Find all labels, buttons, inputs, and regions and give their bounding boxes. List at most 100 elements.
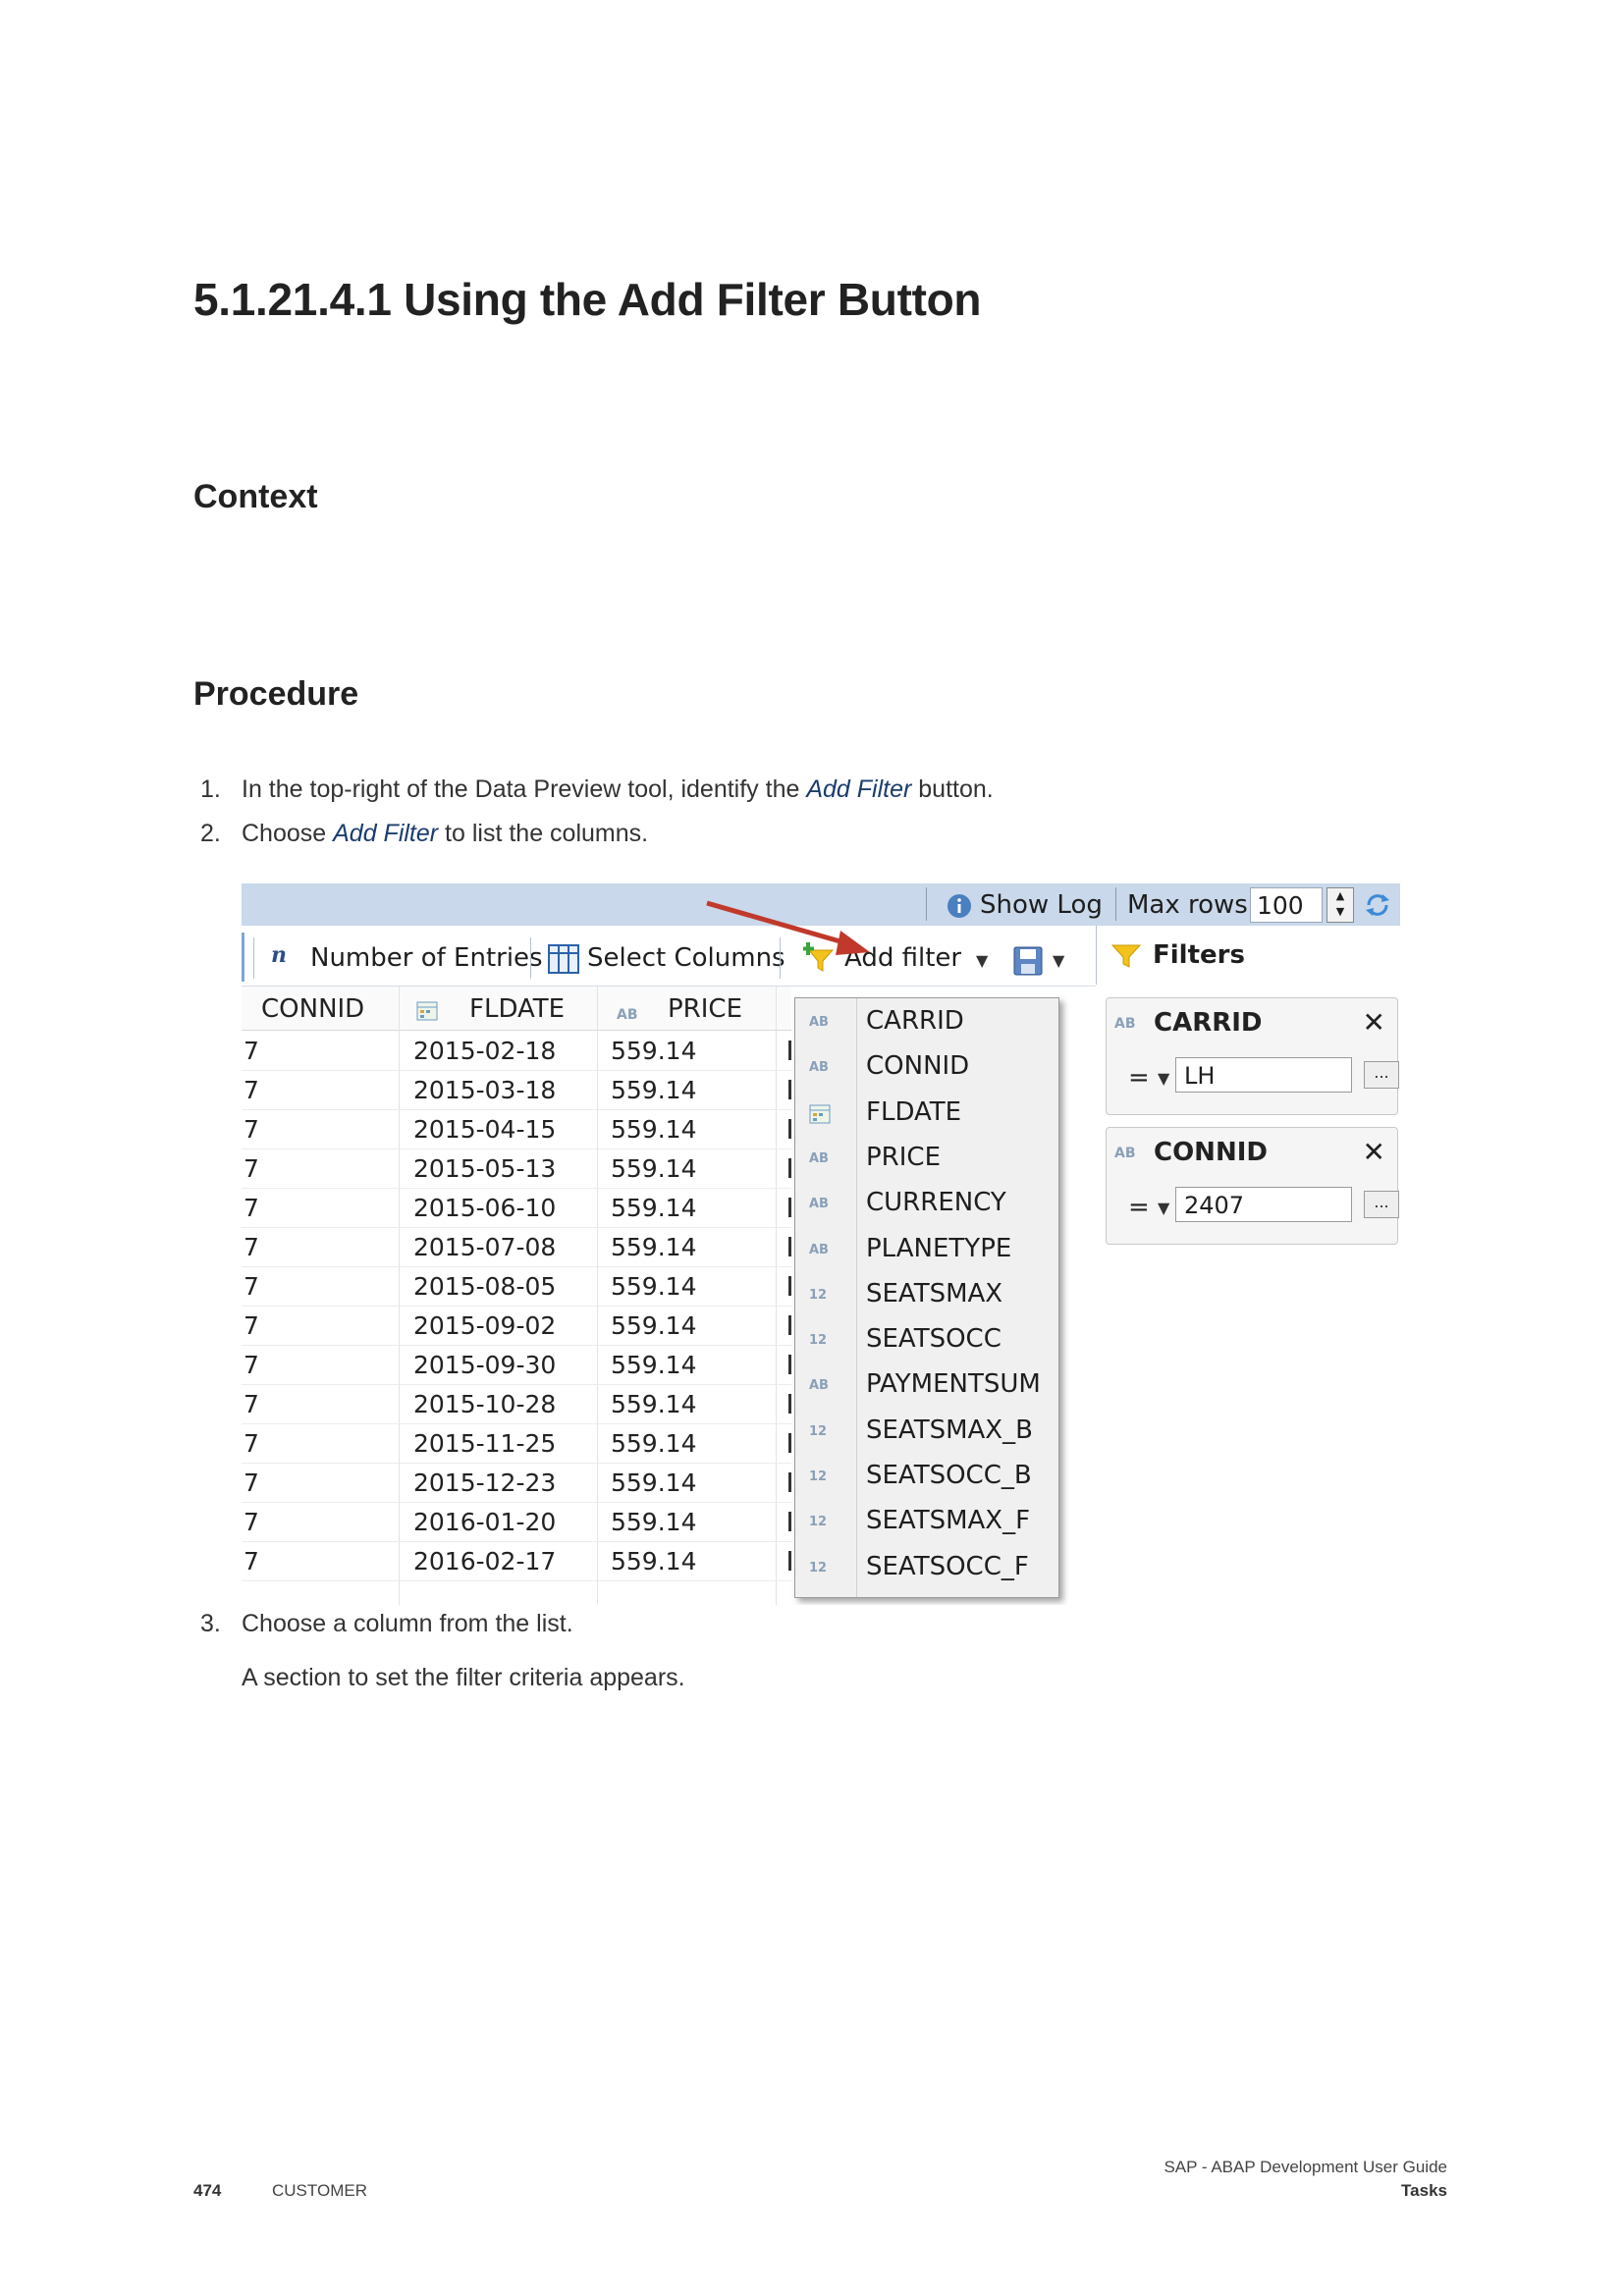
table-row[interactable]: 7 2015-12-23 559.14 [242,1463,791,1503]
table-row[interactable]: 7 2015-11-25 559.14 [242,1423,791,1464]
filter-card-carrid: AB CARRID ✕ = ▼ LH... [1106,997,1399,1115]
numeric-type-icon: 12 [809,1423,828,1439]
string-type-icon: AB [1114,1146,1136,1161]
table-row[interactable]: 7 2015-08-05 559.14 [242,1266,791,1307]
column-option-label: PAYMENTSUM [866,1369,1041,1400]
column-option-planetype[interactable]: AB PLANETYPE [795,1228,1058,1273]
filter-value-input[interactable]: LH [1175,1057,1352,1093]
column-option-seatsmax-b[interactable]: 12 SEATSMAX_B [795,1410,1058,1455]
table-cell: 559.14 [611,1468,697,1497]
value-help-button[interactable]: ... [1364,1191,1399,1218]
filter-operator[interactable]: = [1128,1193,1150,1222]
column-option-label: SEATSMAX_B [866,1415,1033,1445]
column-option-label: SEATSOCC_B [866,1461,1032,1490]
show-log-button[interactable]: Show Log [980,890,1103,920]
numeric-type-icon: 12 [809,1515,828,1530]
step-text: In the top-right of the Data Preview too… [242,775,807,803]
truncated-cell-edge [788,1315,791,1335]
filter-icon [1111,944,1141,968]
divider [253,937,254,979]
string-type-icon: AB [809,1197,829,1212]
table-cell: 2015-11-25 [413,1429,557,1458]
number-of-entries-button[interactable]: Number of Entries [310,943,543,973]
filter-value-input[interactable]: 2407 [1175,1187,1352,1222]
page-title: 5.1.21.4.1 Using the Add Filter Button [193,274,982,325]
table-row[interactable]: 7 2015-07-08 559.14 [242,1227,791,1267]
table-cell: 2015-02-18 [413,1037,557,1065]
table-cell: 2015-06-10 [413,1194,557,1222]
filter-operator[interactable]: = [1128,1063,1150,1093]
truncated-cell-edge [788,1276,791,1296]
table-cell: 7 [244,1115,259,1144]
table-cell: 559.14 [611,1429,697,1458]
table-row[interactable]: 7 2016-01-20 559.14 [242,1502,791,1542]
column-option-seatsocc-f[interactable]: 12 SEATSOCC_F [795,1546,1058,1591]
document-title: SAP - ABAP Development User Guide [1164,2158,1447,2176]
operator-dropdown-icon[interactable]: ▼ [1158,1069,1169,1088]
column-option-seatsmax-f[interactable]: 12 SEATSMAX_F [795,1500,1058,1545]
divider [1115,887,1116,921]
table-row[interactable]: 7 2015-04-15 559.14 [242,1109,791,1149]
table-cell: 559.14 [611,1351,697,1379]
max-rows-input[interactable]: 100 [1250,887,1323,923]
save-dropdown-icon[interactable]: ▼ [1053,951,1064,970]
table-cell: 7 [244,1351,259,1379]
filter-card-connid: AB CONNID ✕ = ▼ 2407... [1106,1127,1399,1245]
column-option-seatsocc[interactable]: 12 SEATSOCC [795,1318,1058,1363]
truncated-cell-edge [788,1237,791,1256]
table-row[interactable]: 7 2015-03-18 559.14 [242,1070,791,1110]
step-3-result: A section to set the filter criteria app… [242,1664,685,1691]
panel-edge [242,933,244,982]
table-cell: 7 [244,1429,259,1458]
save-icon[interactable] [1013,946,1043,976]
table-cell: 2015-09-02 [413,1311,557,1340]
filters-title: Filters [1153,940,1245,970]
table-cell: 2015-04-15 [413,1115,557,1144]
table-row[interactable]: 7 2015-10-28 559.14 [242,1384,791,1424]
table-cell: 2015-12-23 [413,1468,557,1497]
column-header-price[interactable]: PRICE [668,994,742,1024]
add-filter-column-list: AB CARRID AB CONNID FLDATE AB PRICE AB CURRENCY A… [794,997,1059,1598]
column-option-fldate[interactable]: FLDATE [795,1092,1058,1137]
max-rows-stepper[interactable]: ▲ ▼ [1326,887,1354,923]
classification-label: CUSTOMER [272,2181,367,2200]
table-cell: 7 [244,1468,259,1497]
table-cell: 7 [244,1194,259,1222]
table-cell: 2016-02-17 [413,1547,557,1575]
operator-dropdown-icon[interactable]: ▼ [1158,1199,1169,1217]
column-option-label: CURRENCY [866,1188,1006,1218]
string-type-icon: AB [809,1378,829,1394]
step-number: 1. [200,775,221,803]
context-heading: Context [193,478,318,515]
column-option-label: SEATSOCC [866,1324,1001,1355]
column-header-connid[interactable]: CONNID [261,994,364,1024]
column-option-carrid[interactable]: AB CARRID [795,1000,1058,1045]
value-help-button[interactable]: ... [1364,1061,1399,1089]
table-cell: 559.14 [611,1076,697,1104]
table-row[interactable]: 7 2015-09-30 559.14 [242,1345,791,1385]
table-cell: 559.14 [611,1115,697,1144]
step-number: 2. [200,820,221,847]
table-row[interactable]: 7 2015-02-18 559.14 [242,1031,791,1071]
column-option-paymentsum[interactable]: AB PAYMENTSUM [795,1363,1058,1409]
numeric-type-icon: 12 [809,1333,828,1349]
close-icon[interactable]: ✕ [1363,1136,1385,1168]
table-row[interactable]: 7 2016-02-17 559.14 [242,1541,791,1581]
refresh-icon[interactable] [1363,891,1392,919]
column-option-seatsmax[interactable]: 12 SEATSMAX [795,1273,1058,1318]
column-option-price[interactable]: AB PRICE [795,1137,1058,1182]
column-option-currency[interactable]: AB CURRENCY [795,1182,1058,1227]
table-row[interactable]: 7 2015-05-13 559.14 [242,1148,791,1189]
table-cell: 7 [244,1233,259,1261]
add-filter-dropdown-icon[interactable]: ▼ [976,951,988,970]
table-row[interactable]: 7 2015-09-02 559.14 [242,1306,791,1346]
truncated-cell-edge [788,1551,791,1571]
column-option-connid[interactable]: AB CONNID [795,1045,1058,1091]
close-icon[interactable]: ✕ [1363,1006,1385,1039]
table-row[interactable]: 7 2015-06-10 559.14 [242,1188,791,1228]
table-cell: 559.14 [611,1037,697,1065]
numeric-type-icon: 12 [809,1469,828,1484]
column-header-fldate[interactable]: FLDATE [469,994,565,1024]
table-cell: 7 [244,1547,259,1575]
column-option-seatsocc-b[interactable]: 12 SEATSOCC_B [795,1455,1058,1500]
